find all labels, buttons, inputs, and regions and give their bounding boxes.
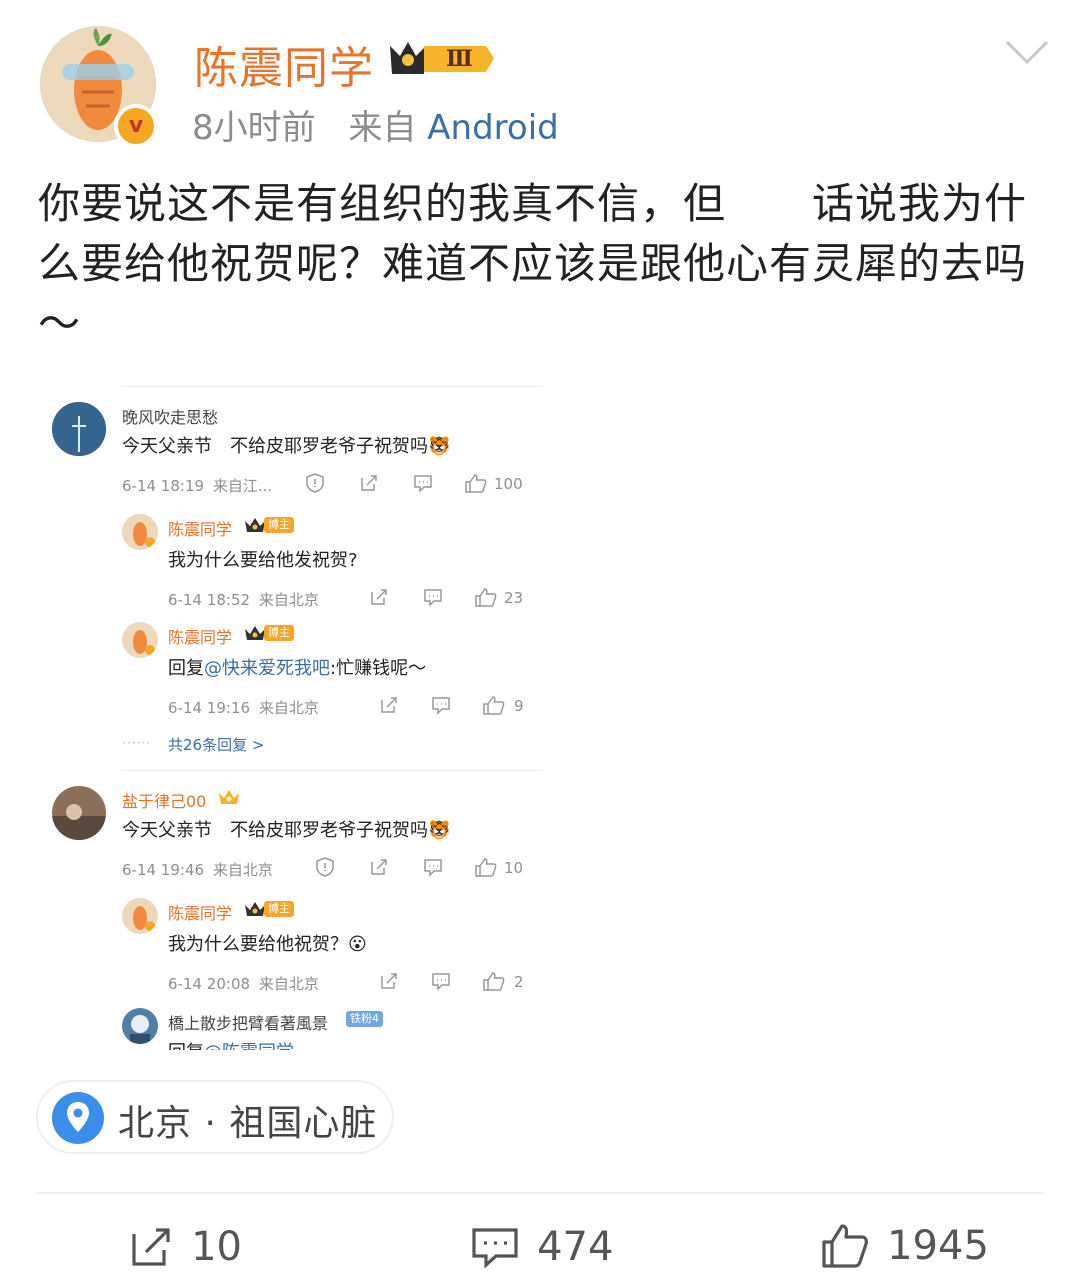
author-badge: 博主 bbox=[264, 625, 294, 641]
location-pin-icon bbox=[52, 1092, 104, 1148]
comment-meta: 6-14 19:46 来自北京 bbox=[122, 861, 273, 879]
verified-badge: v bbox=[114, 104, 158, 148]
author-name[interactable]: 陈震同学 bbox=[194, 32, 374, 96]
reply-author[interactable]: 陈震同学 bbox=[168, 900, 232, 924]
post-text: 你要说这不是有组织的我真不信，但 话说我为什么要给他祝贺呢？难道不应该是跟他心有… bbox=[38, 179, 1028, 348]
comment-count: 474 bbox=[537, 1224, 614, 1270]
like-icon bbox=[822, 1224, 868, 1268]
reply-avatar[interactable] bbox=[122, 1008, 158, 1044]
like-icon[interactable] bbox=[474, 856, 498, 882]
comment-text: 今天父亲节 不给皮耶罗老爷子祝贺吗🐯 bbox=[122, 820, 451, 841]
like-count: 10 bbox=[504, 859, 524, 877]
like-icon[interactable] bbox=[474, 586, 498, 612]
rank-text: Ⅲ bbox=[446, 46, 473, 72]
comment-icon[interactable] bbox=[430, 694, 452, 720]
like-button[interactable]: 1945 bbox=[820, 1222, 989, 1270]
commenter-name[interactable]: 盐于律己00 bbox=[122, 788, 206, 812]
post-time: 8小时前 bbox=[192, 108, 316, 148]
report-icon[interactable] bbox=[314, 856, 336, 882]
ellipsis-divider: ······ bbox=[122, 734, 151, 752]
commenter-avatar[interactable] bbox=[52, 402, 106, 456]
like-count: 1945 bbox=[887, 1223, 989, 1269]
repost-count: 10 bbox=[191, 1224, 242, 1270]
reply-avatar[interactable] bbox=[122, 622, 158, 658]
reply-meta: 6-14 19:16 来自北京 bbox=[168, 699, 319, 717]
author-badge: 博主 bbox=[264, 517, 294, 533]
comments-button[interactable]: 474 bbox=[470, 1224, 613, 1270]
tiger-emoji: 🐯 bbox=[428, 820, 451, 841]
crown-icon bbox=[244, 900, 266, 922]
repost-button[interactable]: 10 bbox=[128, 1224, 242, 1270]
vip-rank-badge[interactable]: Ⅲ bbox=[386, 36, 498, 84]
crown-icon: Ⅲ bbox=[390, 42, 494, 74]
tiger-emoji: 🐯 bbox=[428, 436, 451, 457]
surprised-emoji: 😮 bbox=[348, 934, 367, 955]
reply-text: 回复@陈震同学... bbox=[168, 1038, 311, 1050]
reply-avatar[interactable] bbox=[122, 898, 158, 934]
comment-time: 6-14 18:19 bbox=[122, 477, 205, 495]
post-source[interactable]: Android bbox=[427, 108, 558, 148]
more-replies-link[interactable]: 共26条回复 > bbox=[168, 734, 264, 755]
crown-icon bbox=[244, 516, 266, 538]
post-meta: 8小时前 来自 Android bbox=[192, 100, 559, 149]
like-icon[interactable] bbox=[482, 970, 506, 996]
reply-author[interactable]: 陈震同学 bbox=[168, 516, 232, 540]
reply-meta: 6-14 18:52 来自北京 bbox=[168, 591, 319, 609]
comment-icon[interactable] bbox=[430, 970, 452, 996]
fan-badge: 铁粉4 bbox=[346, 1011, 383, 1027]
crown-icon bbox=[244, 624, 266, 646]
commenter-name[interactable]: 晚风吹走思愁 bbox=[122, 404, 218, 428]
repost-icon[interactable] bbox=[378, 694, 400, 720]
repost-icon bbox=[132, 1228, 170, 1266]
crown-icon bbox=[218, 788, 240, 810]
like-icon[interactable] bbox=[464, 472, 488, 498]
comment-from: 来自江... bbox=[212, 477, 273, 495]
comment-icon[interactable] bbox=[422, 586, 444, 612]
reply-author[interactable]: 橋上散步把臂看著風景 bbox=[168, 1010, 328, 1034]
like-icon[interactable] bbox=[482, 694, 506, 720]
reply-meta: 6-14 20:08 来自北京 bbox=[168, 975, 319, 993]
comment-screenshot: 晚风吹走思愁 今天父亲节 不给皮耶罗老爷子祝贺吗🐯 6-14 18:19 来自江… bbox=[36, 378, 556, 1050]
commenter-avatar[interactable] bbox=[52, 786, 106, 840]
location-text[interactable]: 北京 · 祖国心脏 bbox=[118, 1094, 377, 1146]
reply-text: 回复@快来爱死我吧:忙赚钱呢～ bbox=[168, 658, 427, 679]
like-count: 9 bbox=[514, 697, 524, 715]
report-icon[interactable] bbox=[304, 472, 326, 498]
repost-icon[interactable] bbox=[378, 970, 400, 996]
reply-text: 我为什么要给他祝贺？😮 bbox=[168, 934, 367, 955]
like-count: 2 bbox=[514, 973, 524, 991]
from-label: 来自 bbox=[348, 108, 417, 148]
mention-link[interactable]: @快来爱死我吧 bbox=[204, 658, 330, 679]
like-count: 100 bbox=[494, 475, 523, 493]
comment-icon[interactable] bbox=[412, 472, 434, 498]
repost-icon[interactable] bbox=[368, 586, 390, 612]
mention-link[interactable]: @陈震同学 bbox=[204, 1042, 294, 1050]
divider bbox=[122, 770, 542, 771]
chevron-down-icon[interactable] bbox=[1004, 38, 1050, 72]
repost-icon[interactable] bbox=[368, 856, 390, 882]
comment-icon bbox=[472, 1228, 518, 1269]
comment-icon[interactable] bbox=[422, 856, 444, 882]
reply-text: 我为什么要给他发祝贺? bbox=[168, 550, 358, 571]
reply-author[interactable]: 陈震同学 bbox=[168, 624, 232, 648]
like-count: 23 bbox=[504, 589, 524, 607]
comment-meta: 6-14 18:19 来自江... bbox=[122, 475, 272, 496]
comment-text: 今天父亲节 不给皮耶罗老爷子祝贺吗🐯 bbox=[122, 436, 451, 457]
divider bbox=[122, 386, 542, 387]
reply-avatar[interactable] bbox=[122, 514, 158, 550]
repost-icon[interactable] bbox=[358, 472, 380, 498]
author-badge: 博主 bbox=[264, 901, 294, 917]
divider bbox=[36, 1192, 1044, 1194]
